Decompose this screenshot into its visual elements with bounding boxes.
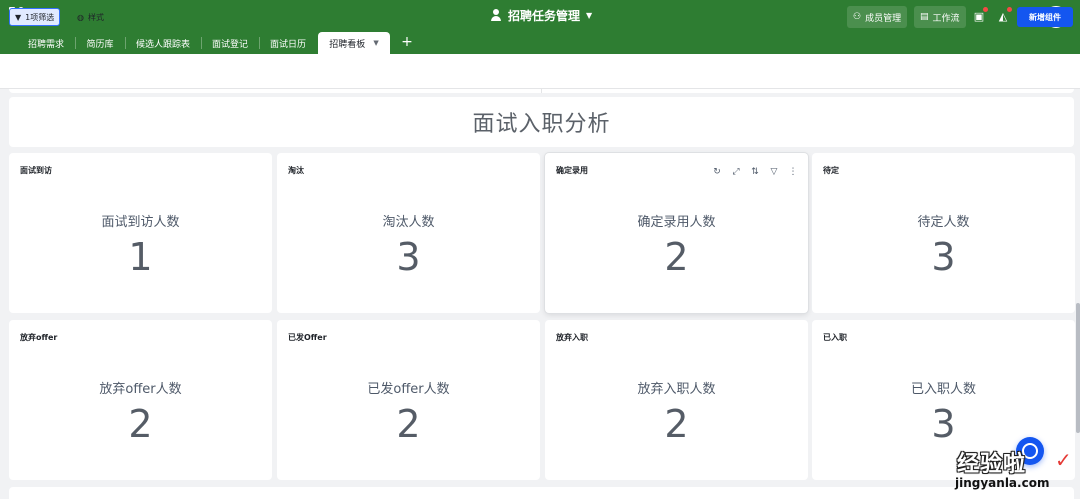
card-value: 2 bbox=[664, 402, 689, 446]
tab-recruitment-needs[interactable]: 招聘需求 bbox=[20, 32, 72, 54]
card-title: 放弃入职 bbox=[556, 333, 588, 342]
check-icon: ✓ bbox=[1055, 448, 1072, 472]
watermark: 经验啦 ✓ jingyanla.com bbox=[955, 448, 1072, 490]
card-title: 已入职 bbox=[823, 333, 847, 342]
next-section-edge bbox=[9, 487, 1074, 499]
card-value: 2 bbox=[664, 235, 689, 279]
member-management-button[interactable]: ⚇ 成员管理 bbox=[847, 6, 908, 28]
card-label: 已入职人数 bbox=[910, 382, 976, 397]
tasks-icon[interactable]: ▣ bbox=[972, 7, 988, 23]
card-label: 放弃offer人数 bbox=[99, 382, 182, 397]
chevron-down-icon[interactable]: ▼ bbox=[373, 39, 378, 47]
workflow-icon: ▤ bbox=[920, 12, 929, 22]
filter-icon[interactable]: ▽ bbox=[769, 167, 779, 177]
chevron-down-icon: ▼ bbox=[586, 10, 593, 20]
expand-icon[interactable]: ⤢ bbox=[731, 167, 741, 177]
metric-card[interactable]: 放弃入职 放弃入职人数 2 bbox=[545, 320, 808, 480]
sort-icon[interactable]: ⇅ bbox=[750, 167, 760, 177]
card-label: 待定人数 bbox=[917, 215, 970, 230]
card-title: 面试到访 bbox=[20, 166, 52, 175]
card-label: 淘汰人数 bbox=[382, 215, 435, 230]
card-value: 2 bbox=[396, 402, 421, 446]
card-value: 3 bbox=[931, 235, 956, 279]
filter-button[interactable]: ▼ 1项筛选 bbox=[9, 8, 61, 26]
workflow-button[interactable]: ▤ 工作流 bbox=[914, 6, 966, 28]
metric-card[interactable]: 已发Offer 已发offer人数 2 bbox=[277, 320, 540, 480]
app-title-text: 招聘任务管理 bbox=[508, 8, 581, 23]
card-label: 已发offer人数 bbox=[367, 382, 450, 397]
tab-resume-library[interactable]: 简历库 bbox=[78, 32, 122, 54]
toolbar bbox=[0, 54, 1080, 89]
card-value: 2 bbox=[128, 402, 153, 446]
card-label: 确定录用人数 bbox=[637, 215, 716, 230]
refresh-icon[interactable]: ↻ bbox=[712, 167, 722, 177]
card-title: 待定 bbox=[823, 166, 839, 175]
vertical-scrollbar[interactable] bbox=[1076, 303, 1080, 433]
metric-card[interactable]: 待定 待定人数 3 bbox=[812, 153, 1075, 313]
card-title: 淘汰 bbox=[288, 166, 304, 175]
metric-card[interactable]: 淘汰 淘汰人数 3 bbox=[277, 153, 540, 313]
metric-card[interactable]: 面试到访 面试到访人数 1 bbox=[9, 153, 272, 313]
style-button[interactable]: ◍ 样式 bbox=[77, 8, 104, 26]
card-title: 确定录用 bbox=[556, 166, 588, 175]
card-toolbar: ↻ ⤢ ⇅ ▽ ⋮ bbox=[712, 167, 798, 177]
tab-interview-registration[interactable]: 面试登记 bbox=[204, 32, 256, 54]
tab-interview-calendar[interactable]: 面试日历 bbox=[262, 32, 314, 54]
more-icon[interactable]: ⋮ bbox=[788, 167, 798, 177]
card-value: 1 bbox=[128, 235, 153, 279]
metric-card[interactable]: 确定录用 ↻ ⤢ ⇅ ▽ ⋮ 确定录用人数 2 bbox=[545, 153, 808, 313]
card-label: 面试到访人数 bbox=[101, 215, 180, 230]
dashboard-title-card[interactable]: 面试入职分析 bbox=[9, 97, 1074, 147]
card-title: 放弃offer bbox=[20, 333, 58, 342]
metric-card[interactable]: 放弃offer 放弃offer人数 2 bbox=[9, 320, 272, 480]
tab-candidate-tracking[interactable]: 候选人跟踪表 bbox=[128, 32, 198, 54]
palette-icon: ◍ bbox=[77, 12, 84, 22]
add-tab-icon[interactable]: + bbox=[400, 34, 414, 50]
tab-recruitment-board[interactable]: 招聘看板 ▼ bbox=[318, 32, 390, 54]
card-value: 3 bbox=[396, 235, 421, 279]
new-component-button[interactable]: 新增组件 bbox=[1017, 7, 1073, 27]
app-title[interactable]: 招聘任务管理 ▼ bbox=[490, 7, 592, 23]
card-label: 放弃入职人数 bbox=[637, 382, 716, 397]
filter-icon: ▼ bbox=[15, 12, 22, 22]
bell-icon[interactable]: ◭ bbox=[996, 7, 1012, 23]
members-icon: ⚇ bbox=[853, 12, 862, 22]
dashboard-title: 面试入职分析 bbox=[472, 112, 611, 137]
card-title: 已发Offer bbox=[288, 333, 327, 342]
user-icon bbox=[490, 9, 502, 21]
